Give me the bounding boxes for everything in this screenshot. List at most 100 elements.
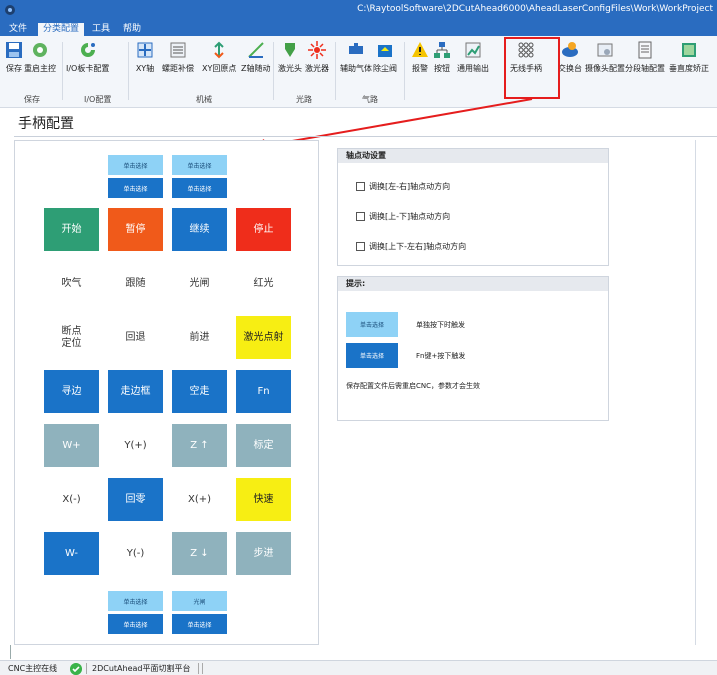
camera-icon bbox=[597, 43, 613, 57]
select-button[interactable]: 单击选择 bbox=[172, 155, 227, 175]
assist-gas-button[interactable]: 辅助气体 bbox=[340, 40, 372, 74]
key-y-minus[interactable]: Y(-) bbox=[108, 532, 163, 575]
key-w-minus[interactable]: W- bbox=[44, 532, 99, 575]
select-button[interactable]: 单击选择 bbox=[108, 614, 163, 634]
exchange-table-button[interactable]: 交换台 bbox=[558, 40, 582, 74]
key-fn[interactable]: Fn bbox=[236, 370, 291, 413]
pitch-compensation-button[interactable]: 螺距补偿 bbox=[162, 40, 194, 74]
xy-axis-icon bbox=[137, 42, 153, 58]
axis-jog-settings: 轴点动设置 调换[左-右]轴点动方向 调换[上-下]轴点动方向 调换[上下-左右… bbox=[337, 148, 609, 266]
key-back[interactable]: 回退 bbox=[108, 316, 163, 359]
warning-icon bbox=[412, 42, 428, 57]
handle-panel: 单击选择 单击选择 单击选择 单击选择 开始 暂停 继续 停止 吹气 跟随 光闸… bbox=[14, 140, 319, 645]
status-bar: CNC主控在线 2DCutAhead平面切割平台 bbox=[0, 660, 717, 675]
select-button[interactable]: 单击选择 bbox=[108, 591, 163, 611]
xy-axis-button[interactable]: XY轴 bbox=[135, 40, 155, 74]
key-forward[interactable]: 前进 bbox=[172, 316, 227, 359]
general-output-button[interactable]: 通用输出 bbox=[457, 40, 489, 74]
key-w-plus[interactable]: W+ bbox=[44, 424, 99, 467]
dust-valve-icon bbox=[378, 45, 392, 57]
axis-jog-title: 轴点动设置 bbox=[338, 149, 608, 163]
swap-left-right-option[interactable]: 调换[左-右]轴点动方向 bbox=[356, 181, 450, 192]
key-red-light[interactable]: 红光 bbox=[236, 262, 291, 305]
swap-up-down-option[interactable]: 调换[上-下]轴点动方向 bbox=[356, 211, 450, 222]
buttons-config-button[interactable]: 按钮 bbox=[432, 40, 452, 74]
select-button[interactable]: 单击选择 bbox=[172, 614, 227, 634]
status-separator bbox=[202, 663, 203, 674]
check-icon bbox=[70, 663, 82, 675]
select-button[interactable]: 单击选择 bbox=[108, 155, 163, 175]
output-chart-icon bbox=[465, 42, 481, 58]
title-divider bbox=[14, 136, 717, 137]
menu-file[interactable]: 文件 bbox=[4, 23, 32, 36]
xy-home-button[interactable]: XY回原点 bbox=[202, 40, 236, 74]
menu-help[interactable]: 帮助 bbox=[118, 23, 146, 36]
swap-updown-leftright-option[interactable]: 调换[上下-左右]轴点动方向 bbox=[356, 241, 466, 252]
title-bar: C:\RaytoolSoftware\2DCutAhead6000\AheadL… bbox=[0, 0, 717, 22]
restart-icon bbox=[33, 43, 47, 57]
select-button[interactable]: 光闸 bbox=[172, 591, 227, 611]
key-fast[interactable]: 快速 bbox=[236, 478, 291, 521]
key-dry-run[interactable]: 空走 bbox=[172, 370, 227, 413]
key-continue[interactable]: 继续 bbox=[172, 208, 227, 251]
laser-head-icon bbox=[285, 43, 295, 57]
key-pause[interactable]: 暂停 bbox=[108, 208, 163, 251]
home-arrows-icon bbox=[214, 41, 224, 59]
key-breakpoint-locate[interactable]: 断点 定位 bbox=[44, 316, 99, 359]
key-start[interactable]: 开始 bbox=[44, 208, 99, 251]
hint-dark-button: 单击选择 bbox=[346, 343, 398, 368]
hint-light-desc: 单独按下时触发 bbox=[416, 321, 465, 329]
checkbox[interactable] bbox=[356, 182, 365, 191]
app-icon bbox=[5, 5, 15, 15]
ribbon-separator bbox=[404, 42, 405, 100]
key-return-zero[interactable]: 回零 bbox=[108, 478, 163, 521]
key-stop[interactable]: 停止 bbox=[236, 208, 291, 251]
key-laser-spot[interactable]: 激光点射 bbox=[236, 316, 291, 359]
key-frame[interactable]: 走边框 bbox=[108, 370, 163, 413]
status-separator bbox=[198, 663, 199, 674]
dust-valve-button[interactable]: 除尘阀 bbox=[373, 40, 397, 74]
key-calibrate[interactable]: 标定 bbox=[236, 424, 291, 467]
laser-source-button[interactable]: 激光器 bbox=[305, 40, 329, 74]
key-z-up[interactable]: Z ↑ bbox=[172, 424, 227, 467]
menu-category-config[interactable]: 分类配置 bbox=[38, 23, 85, 36]
key-find-edge[interactable]: 寻边 bbox=[44, 370, 99, 413]
hint-dark-desc: Fn键+按下触发 bbox=[416, 352, 466, 360]
key-blow[interactable]: 吹气 bbox=[44, 262, 99, 305]
laser-icon bbox=[308, 41, 326, 59]
key-step[interactable]: 步进 bbox=[236, 532, 291, 575]
key-z-down[interactable]: Z ↓ bbox=[172, 532, 227, 575]
key-x-minus[interactable]: X(-) bbox=[44, 478, 99, 521]
laser-head-button[interactable]: 激光头 bbox=[278, 40, 302, 74]
network-icon bbox=[434, 42, 450, 58]
checkbox[interactable] bbox=[356, 212, 365, 221]
right-divider bbox=[695, 140, 696, 645]
window-path: C:\RaytoolSoftware\2DCutAhead6000\AheadL… bbox=[357, 4, 713, 14]
restart-controller-button[interactable]: 重启主控 bbox=[24, 40, 56, 74]
checkbox[interactable] bbox=[356, 242, 365, 251]
page-title: 手柄配置 bbox=[18, 116, 74, 132]
group-label-save: 保存 bbox=[24, 95, 40, 104]
key-follow[interactable]: 跟随 bbox=[108, 262, 163, 305]
camera-config-button[interactable]: 摄像头配置 bbox=[585, 40, 625, 74]
key-y-plus[interactable]: Y(+) bbox=[108, 424, 163, 467]
menu-bar: 文件 分类配置 工具 帮助 bbox=[0, 22, 717, 36]
key-shutter[interactable]: 光闸 bbox=[172, 262, 227, 305]
hint-light-button: 单击选择 bbox=[346, 312, 398, 337]
menu-tools[interactable]: 工具 bbox=[87, 23, 115, 36]
hint-note: 保存配置文件后需重启CNC，参数才会生效 bbox=[346, 382, 481, 390]
gas-icon bbox=[349, 43, 363, 54]
select-button[interactable]: 单击选择 bbox=[172, 178, 227, 198]
save-button[interactable]: 保存 bbox=[4, 40, 24, 74]
select-button[interactable]: 单击选择 bbox=[108, 178, 163, 198]
z-follow-button[interactable]: Z轴随动 bbox=[241, 40, 270, 74]
verticality-correction-button[interactable]: 垂直度矫正 bbox=[669, 40, 709, 74]
hint-box: 提示: 单击选择 单独按下时触发 单击选择 Fn键+按下触发 保存配置文件后需重… bbox=[337, 276, 609, 421]
alarm-button[interactable]: 报警 bbox=[410, 40, 430, 74]
key-x-plus[interactable]: X(+) bbox=[172, 478, 227, 521]
z-follow-icon bbox=[248, 42, 264, 58]
pitch-icon bbox=[170, 42, 186, 58]
io-board-config-button[interactable]: I/O板卡配置 bbox=[66, 40, 109, 74]
left-divider bbox=[10, 645, 11, 659]
segment-axis-config-button[interactable]: 分段轴配置 bbox=[625, 40, 665, 74]
